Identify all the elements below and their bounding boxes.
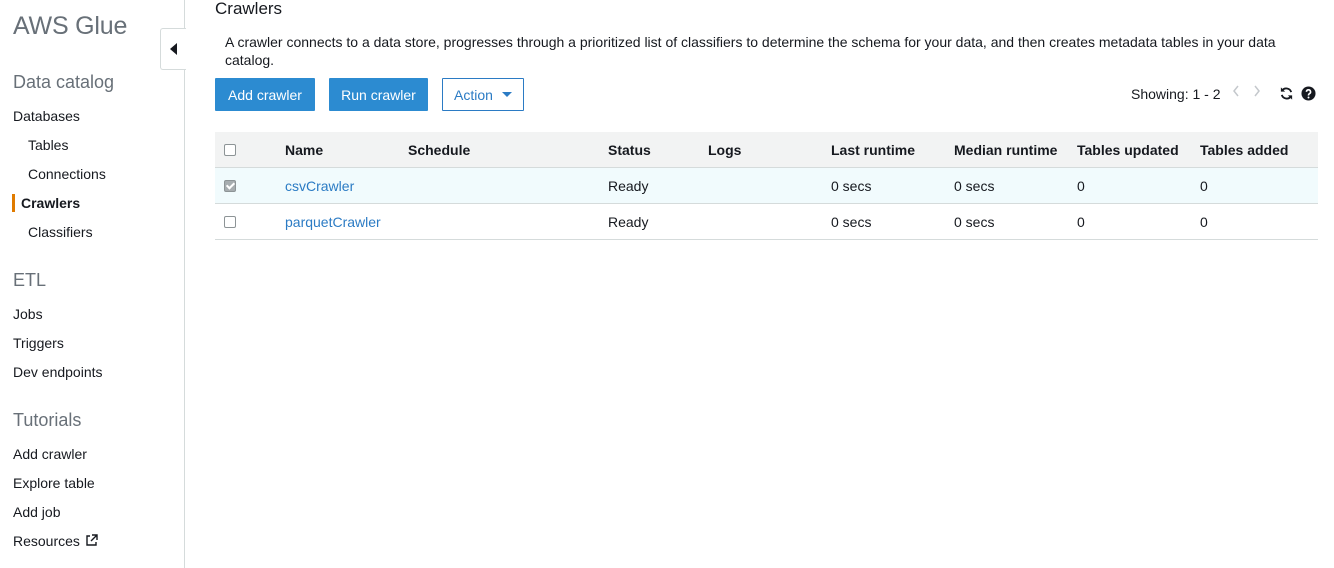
- help-icon[interactable]: [1301, 86, 1316, 106]
- crawler-name-link[interactable]: parquetCrawler: [285, 204, 381, 240]
- section-title-tutorials: Tutorials: [13, 410, 82, 430]
- chevron-right-icon[interactable]: [1253, 84, 1261, 101]
- crawler-status: Ready: [608, 178, 649, 194]
- section-title-etl: ETL: [13, 270, 47, 290]
- sidebar-item-dev-endpoints[interactable]: Dev endpoints: [13, 364, 103, 380]
- crawler-last-runtime: 0 secs: [831, 178, 872, 194]
- external-link-icon: [85, 534, 98, 550]
- sidebar-item-add-crawler[interactable]: Add crawler: [13, 446, 87, 462]
- sidebar-item-connections[interactable]: Connections: [28, 166, 106, 182]
- crawler-tables-added: 0: [1200, 214, 1208, 230]
- add-crawler-button[interactable]: Add crawler: [215, 78, 315, 111]
- sidebar-item-explore-table[interactable]: Explore table: [13, 475, 95, 491]
- sidebar-item-jobs[interactable]: Jobs: [13, 306, 43, 322]
- action-dropdown[interactable]: Action: [442, 78, 524, 111]
- select-all-checkbox[interactable]: [224, 144, 236, 156]
- run-crawler-button[interactable]: Run crawler: [329, 78, 428, 111]
- column-header-tables-updated[interactable]: Tables updated: [1077, 132, 1179, 168]
- column-header-tables-added[interactable]: Tables added: [1200, 132, 1288, 168]
- chevron-left-icon[interactable]: [1232, 84, 1240, 101]
- sidebar-item-tables[interactable]: Tables: [28, 137, 68, 153]
- sidebar-item-databases[interactable]: Databases: [13, 108, 80, 124]
- table-row[interactable]: parquetCrawler Ready 0 secs 0 secs 0 0: [215, 204, 1318, 240]
- app-title: AWS Glue: [13, 12, 128, 40]
- column-header-schedule[interactable]: Schedule: [408, 132, 470, 168]
- sidebar-item-add-job[interactable]: Add job: [13, 504, 60, 520]
- pagination-status: Showing: 1 - 2: [1131, 86, 1221, 102]
- crawlers-table: Name Schedule Status Logs Last runtime M…: [215, 132, 1318, 240]
- table-header: Name Schedule Status Logs Last runtime M…: [215, 132, 1318, 168]
- collapse-sidebar-button[interactable]: [160, 28, 186, 70]
- chevron-down-icon: [501, 92, 512, 97]
- column-header-logs[interactable]: Logs: [708, 132, 741, 168]
- sidebar-item-crawlers[interactable]: Crawlers: [21, 195, 80, 211]
- crawler-status: Ready: [608, 214, 649, 230]
- sidebar: AWS Glue Data catalog Databases Tables C…: [0, 0, 185, 568]
- crawler-name-link[interactable]: csvCrawler: [285, 168, 354, 204]
- collapse-sidebar-icon: [170, 43, 177, 55]
- column-header-median-runtime[interactable]: Median runtime: [954, 132, 1057, 168]
- section-title-data-catalog: Data catalog: [13, 72, 115, 92]
- crawler-tables-added: 0: [1200, 178, 1208, 194]
- refresh-icon[interactable]: [1279, 86, 1294, 106]
- sidebar-item-resources[interactable]: Resources: [13, 533, 98, 550]
- crawler-median-runtime: 0 secs: [954, 178, 995, 194]
- crawler-tables-updated: 0: [1077, 178, 1085, 194]
- row-checkbox[interactable]: [224, 180, 236, 192]
- sidebar-item-triggers[interactable]: Triggers: [13, 335, 64, 351]
- table-row[interactable]: csvCrawler Ready 0 secs 0 secs 0 0: [215, 168, 1318, 204]
- crawler-tables-updated: 0: [1077, 214, 1085, 230]
- crawler-median-runtime: 0 secs: [954, 214, 995, 230]
- row-checkbox[interactable]: [224, 216, 236, 228]
- page-title: Crawlers: [215, 0, 283, 18]
- action-label: Action: [454, 86, 493, 103]
- column-header-last-runtime[interactable]: Last runtime: [831, 132, 915, 168]
- crawler-last-runtime: 0 secs: [831, 214, 872, 230]
- page-description: A crawler connects to a data store, prog…: [225, 34, 1276, 68]
- sidebar-item-label: Resources: [13, 533, 80, 549]
- sidebar-item-classifiers[interactable]: Classifiers: [28, 224, 93, 240]
- column-header-status[interactable]: Status: [608, 132, 651, 168]
- active-indicator: [12, 194, 15, 212]
- column-header-name[interactable]: Name: [285, 132, 323, 168]
